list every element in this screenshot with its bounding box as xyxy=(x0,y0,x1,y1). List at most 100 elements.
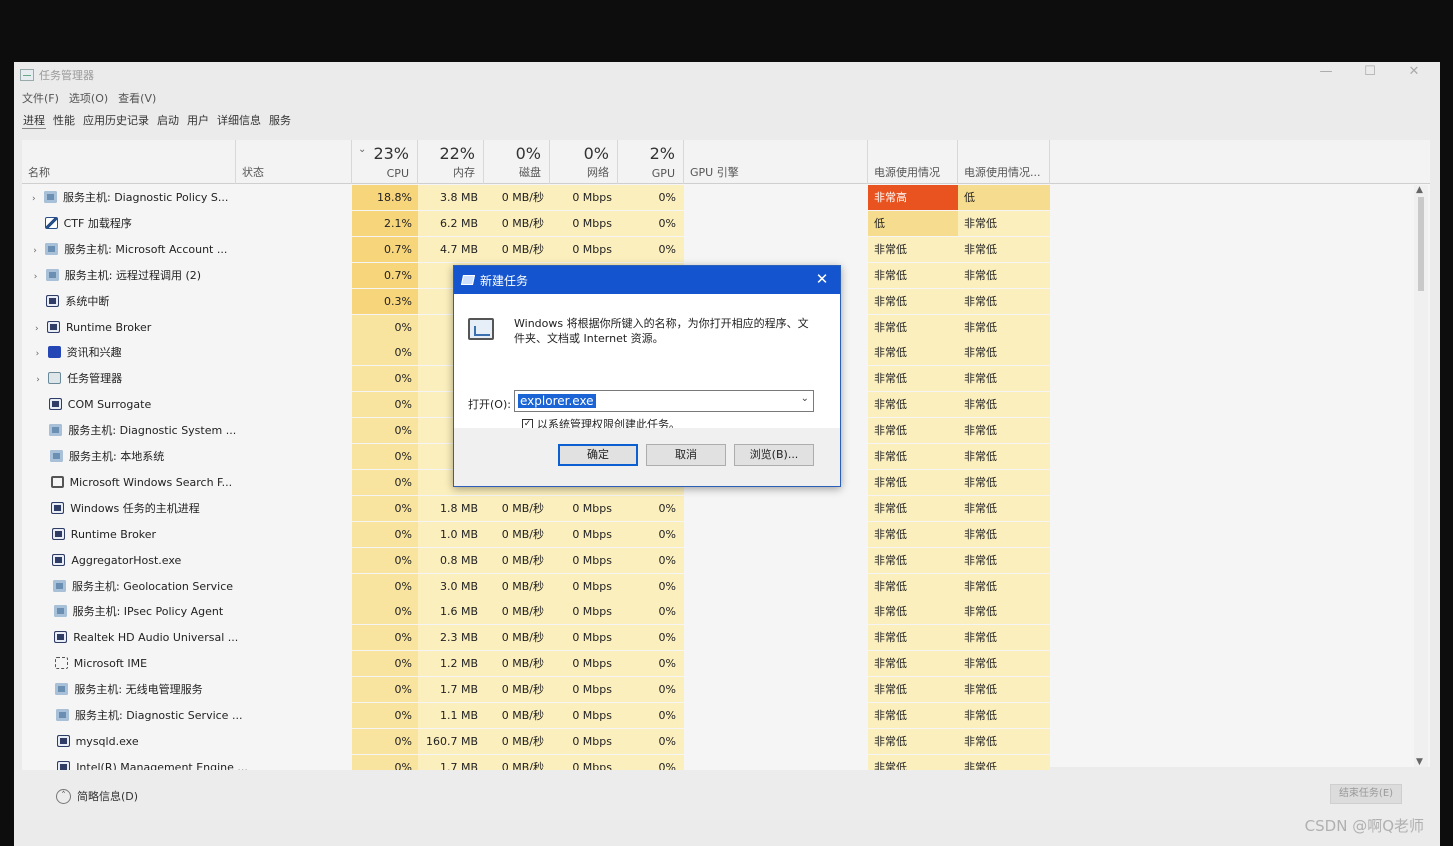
col-memory-label: 内存 xyxy=(453,166,475,179)
process-name-cell: 服务主机: Geolocation Service xyxy=(22,573,352,599)
menu-options[interactable]: 选项(O) xyxy=(69,90,108,106)
col-cpu-label: CPU xyxy=(386,167,409,180)
menu-bar: 文件(F) 选项(O) 查看(V) xyxy=(22,90,156,106)
process-name: Windows 任务的主机进程 xyxy=(70,501,200,515)
power-usage-cell: 非常低 xyxy=(868,418,958,444)
open-command-input[interactable]: explorer.exe ⌄ xyxy=(514,390,814,412)
network-cell: 0 Mbps xyxy=(550,573,618,599)
expand-chevron-icon[interactable]: › xyxy=(34,265,46,288)
col-power-trend[interactable]: 电源使用情况... xyxy=(958,140,1050,184)
gpu-cell: 0% xyxy=(618,599,684,625)
table-row[interactable]: 服务主机: Geolocation Service 0% 3.0 MB 0 MB/秒 0… xyxy=(22,573,1412,599)
disk-cell: 0 MB/秒 xyxy=(484,573,550,599)
table-row[interactable]: 服务主机: Diagnostic Service ... 0% 1.1 MB 0 MB… xyxy=(22,703,1412,728)
col-gpu[interactable]: 2% GPU xyxy=(618,140,684,184)
table-row[interactable]: CTF 加载程序 2.1% 6.2 MB 0 MB/秒 0 Mbps 0% 低非常低 xyxy=(22,210,1412,236)
col-name[interactable]: 名称 xyxy=(22,140,236,184)
disk-cell: 0 MB/秒 xyxy=(484,677,550,703)
power-usage-cell: 非常低 xyxy=(868,703,958,728)
gpu-cell: 0% xyxy=(618,210,684,236)
dialog-close-button[interactable]: ✕ xyxy=(812,270,832,288)
col-gpu-label: GPU xyxy=(651,167,675,180)
expand-chevron-icon[interactable]: › xyxy=(36,342,48,365)
col-cpu[interactable]: ⌄ 23% CPU xyxy=(352,140,418,184)
tab-performance[interactable]: 性能 xyxy=(52,112,76,129)
dropdown-chevron-icon[interactable]: ⌄ xyxy=(801,393,809,404)
col-disk[interactable]: 0% 磁盘 xyxy=(484,140,550,184)
pen-icon xyxy=(44,216,58,229)
watermark: CSDN @啊Q老师 xyxy=(1304,817,1424,835)
disk-cell: 0 MB/秒 xyxy=(484,651,550,677)
process-name: Realtek HD Audio Universal ... xyxy=(73,631,239,645)
expand-chevron-icon[interactable]: › xyxy=(33,239,45,262)
expand-chevron-icon[interactable]: › xyxy=(36,368,48,391)
expand-chevron-icon[interactable]: › xyxy=(32,187,44,210)
vertical-scrollbar[interactable]: ▲ ▼ xyxy=(1414,185,1428,767)
new-task-dialog: 新建任务 ✕ Windows 将根据你所键入的名称，为你打开相应的程序、文件夹、… xyxy=(453,265,841,487)
ok-button[interactable]: 确定 xyxy=(558,444,638,466)
menu-view[interactable]: 查看(V) xyxy=(118,90,156,106)
tab-startup[interactable]: 启动 xyxy=(156,112,180,129)
tab-users[interactable]: 用户 xyxy=(186,112,210,129)
process-name: 服务主机: Diagnostic Policy S... xyxy=(63,191,229,204)
col-memory[interactable]: 22% 内存 xyxy=(418,140,484,184)
col-network[interactable]: 0% 网络 xyxy=(550,140,618,184)
menu-file[interactable]: 文件(F) xyxy=(22,90,59,106)
col-gpu-engine[interactable]: GPU 引擎 xyxy=(684,140,868,184)
col-power-usage[interactable]: 电源使用情况 xyxy=(868,140,958,184)
power-usage-cell: 非常低 xyxy=(868,340,958,366)
gpu-cell: 0% xyxy=(618,703,684,728)
browse-button[interactable]: 浏览(B)... xyxy=(734,444,814,466)
network-cell: 0 Mbps xyxy=(550,547,618,573)
gpu-cell: 0% xyxy=(618,495,684,521)
process-name: 服务主机: Diagnostic System ... xyxy=(68,424,237,438)
power-usage-cell: 非常低 xyxy=(868,314,958,340)
tab-services[interactable]: 服务 xyxy=(268,112,292,129)
fewer-details-toggle[interactable]: ˄ 简略信息(D) xyxy=(56,788,138,804)
gpu-engine-cell xyxy=(684,599,868,625)
scrollbar-thumb[interactable] xyxy=(1418,197,1424,291)
table-row[interactable]: › 服务主机: Diagnostic Policy S... 18.8% 3.8 MB… xyxy=(22,185,1412,210)
cpu-cell: 0% xyxy=(352,495,418,521)
open-label: 打开(O): xyxy=(468,398,511,411)
scroll-up-icon[interactable]: ▲ xyxy=(1416,185,1423,195)
minimize-button[interactable]: — xyxy=(1314,64,1338,79)
process-name: Runtime Broker xyxy=(66,320,152,334)
dialog-description: Windows 将根据你所键入的名称，为你打开相应的程序、文件夹、文档或 Int… xyxy=(514,317,809,345)
power-trend-cell: 非常低 xyxy=(958,340,1050,366)
table-row[interactable]: AggregatorHost.exe 0% 0.8 MB 0 MB/秒 0 Mbps 0%… xyxy=(22,547,1412,573)
chevron-up-icon: ˄ xyxy=(56,788,71,804)
tab-processes[interactable]: 进程 xyxy=(22,112,46,129)
network-cell: 0 Mbps xyxy=(550,521,618,547)
cpu-cell: 0% xyxy=(352,651,418,677)
table-row[interactable]: Windows 任务的主机进程 0% 1.8 MB 0 MB/秒 0 Mbps 0% 非常低… xyxy=(22,495,1412,521)
tab-details[interactable]: 详细信息 xyxy=(216,112,262,129)
table-row[interactable]: 服务主机: IPsec Policy Agent 0% 1.6 MB 0 MB/秒 0 … xyxy=(22,599,1412,625)
process-name: 系统中断 xyxy=(65,294,110,308)
gpu-cell: 0% xyxy=(618,728,684,754)
table-row[interactable]: › 服务主机: Microsoft Account ... 0.7% 4.7 MB 0 … xyxy=(22,236,1412,262)
end-task-button[interactable]: 结束任务(E) xyxy=(1330,784,1402,804)
table-row[interactable]: Runtime Broker 0% 1.0 MB 0 MB/秒 0 Mbps 0% 非常低非… xyxy=(22,521,1412,547)
col-status[interactable]: 状态 xyxy=(236,140,352,184)
table-row[interactable]: Realtek HD Audio Universal ... 0% 2.3 MB 0 … xyxy=(22,625,1412,651)
close-window-button[interactable]: ✕ xyxy=(1402,64,1426,79)
expand-chevron-icon[interactable]: › xyxy=(35,317,47,340)
window-icon xyxy=(51,527,65,540)
table-row[interactable]: 服务主机: 无线电管理服务 0% 1.7 MB 0 MB/秒 0 Mbps 0% 非常低 非常… xyxy=(22,677,1412,703)
gear-icon xyxy=(53,579,66,592)
process-name-cell: › 服务主机: Microsoft Account ... xyxy=(22,236,352,262)
cancel-button[interactable]: 取消 xyxy=(646,444,726,466)
cpu-cell: 0% xyxy=(352,703,418,728)
table-row[interactable]: Microsoft IME 0% 1.2 MB 0 MB/秒 0 Mbps 0% 非常低 非常… xyxy=(22,651,1412,677)
cpu-cell: 0% xyxy=(352,444,418,469)
fewer-details-label: 简略信息(D) xyxy=(77,790,139,803)
power-trend-cell: 非常低 xyxy=(958,573,1050,599)
process-name-cell: AggregatorHost.exe xyxy=(22,547,352,573)
maximize-button[interactable]: ☐ xyxy=(1358,64,1382,79)
tab-app-history[interactable]: 应用历史记录 xyxy=(82,112,150,129)
power-usage-cell: 低 xyxy=(868,210,958,236)
cpu-cell: 0% xyxy=(352,418,418,444)
table-row[interactable]: mysqld.exe 0% 160.7 MB 0 MB/秒 0 Mbps 0% 非常低 非常低 xyxy=(22,728,1412,754)
scroll-down-icon[interactable]: ▼ xyxy=(1416,757,1423,767)
